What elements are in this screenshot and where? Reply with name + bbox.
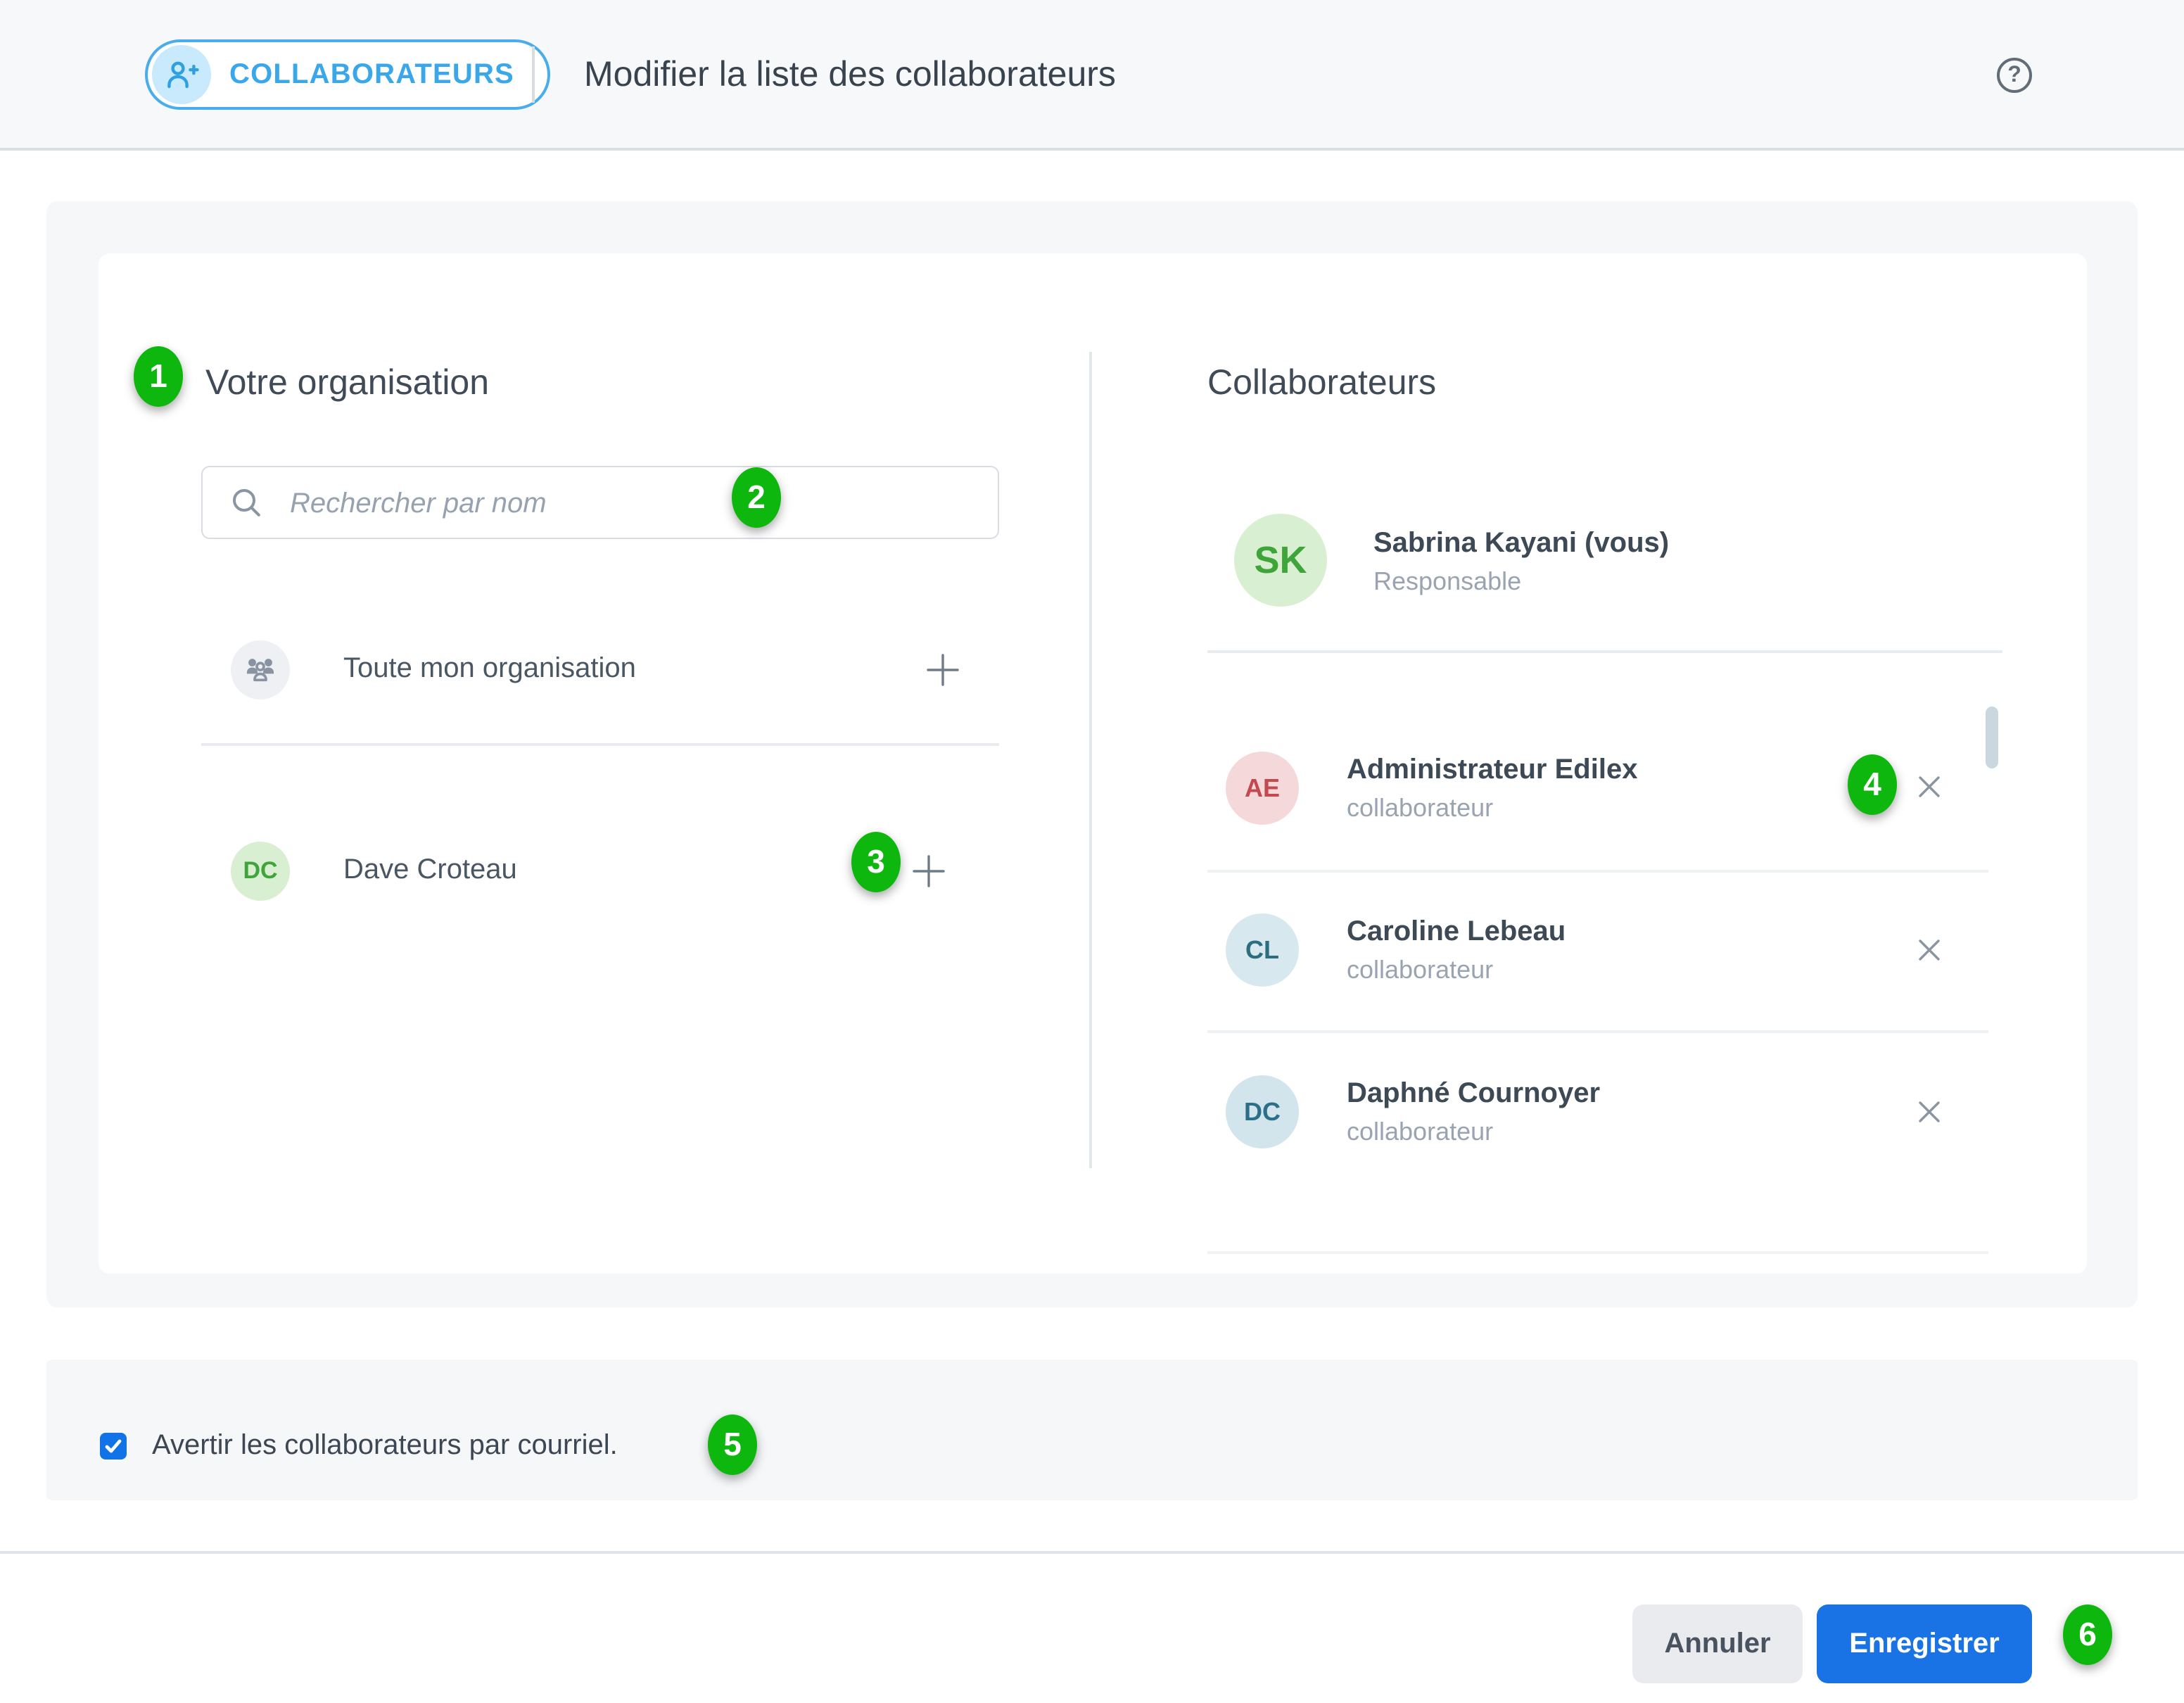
search-box <box>201 466 999 539</box>
column-divider <box>1089 352 1092 1168</box>
collaborators-badge: COLLABORATEURS <box>145 39 551 110</box>
add-organization-button[interactable] <box>923 650 963 690</box>
organization-item-label: Dave Croteau <box>343 854 517 887</box>
collaborator-name: Administrateur Edilex <box>1347 754 1637 787</box>
person-plus-icon <box>152 45 211 104</box>
top-bar: COLLABORATEURS Modifier la liste des col… <box>0 0 2184 151</box>
notify-label: Avertir les collaborateurs par courriel. <box>152 1430 618 1462</box>
plus-icon <box>923 650 963 690</box>
cancel-button[interactable]: Annuler <box>1632 1604 1803 1683</box>
collaborator-role: collaborateur <box>1347 794 1493 823</box>
list-divider <box>1207 650 2002 652</box>
close-icon <box>1915 1098 1943 1126</box>
avatar: CL <box>1226 913 1299 987</box>
list-divider <box>1207 1251 1988 1253</box>
collaborator-role: collaborateur <box>1347 956 1493 985</box>
header-divider <box>532 46 535 103</box>
list-divider <box>1207 1030 1988 1032</box>
step-marker-4: 4 <box>1848 754 1897 815</box>
list-divider <box>201 743 999 745</box>
step-marker-6: 6 <box>2063 1604 2112 1665</box>
scrollbar-thumb[interactable] <box>1986 707 1998 768</box>
footer-divider <box>0 1551 2184 1554</box>
step-marker-1: 1 <box>134 346 183 407</box>
collaborators-dialog: COLLABORATEURS Modifier la liste des col… <box>0 0 2184 1703</box>
remove-collaborator-button[interactable] <box>1914 935 1945 966</box>
owner-name: Sabrina Kayani (vous) <box>1373 528 1669 560</box>
help-icon[interactable]: ? <box>1997 58 2032 93</box>
save-button[interactable]: Enregistrer <box>1817 1604 2032 1683</box>
avatar: DC <box>1226 1075 1299 1148</box>
organization-avatar <box>231 640 290 699</box>
step-marker-2: 2 <box>732 467 781 528</box>
add-person-button[interactable] <box>909 852 948 891</box>
avatar: AE <box>1226 752 1299 825</box>
remove-collaborator-button[interactable] <box>1914 1096 1945 1127</box>
list-divider <box>1207 870 1988 872</box>
organization-group-icon <box>242 652 279 688</box>
search-icon <box>229 486 265 528</box>
badge-label: COLLABORATEURS <box>229 58 514 91</box>
step-marker-3: 3 <box>851 832 901 892</box>
search-input[interactable] <box>287 467 968 540</box>
owner-role: Responsable <box>1373 567 1521 597</box>
remove-collaborator-button[interactable] <box>1914 771 1945 802</box>
avatar: DC <box>231 842 290 901</box>
content-card <box>99 253 2087 1274</box>
close-icon <box>1915 936 1943 964</box>
notify-checkbox[interactable] <box>100 1433 127 1460</box>
collaborator-role: collaborateur <box>1347 1118 1493 1147</box>
plus-icon <box>909 852 948 891</box>
check-icon <box>104 1437 122 1455</box>
organization-item-label: Toute mon organisation <box>343 653 636 685</box>
avatar: SK <box>1234 514 1327 607</box>
page-title: Modifier la liste des collaborateurs <box>584 55 1116 96</box>
organization-title: Votre organisation <box>205 363 489 404</box>
collaborator-name: Caroline Lebeau <box>1347 916 1566 949</box>
collaborator-name: Daphné Cournoyer <box>1347 1078 1600 1110</box>
close-icon <box>1915 773 1943 801</box>
step-marker-5: 5 <box>708 1414 757 1475</box>
collaborators-title: Collaborateurs <box>1207 363 1436 404</box>
